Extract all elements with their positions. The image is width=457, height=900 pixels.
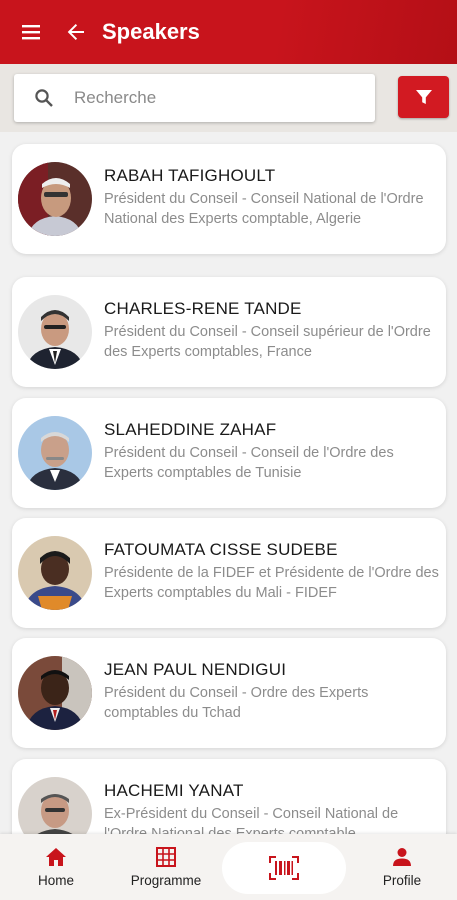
search-bar (0, 64, 457, 132)
nav-home[interactable]: Home (20, 834, 92, 900)
home-icon (46, 847, 66, 866)
search-field[interactable] (14, 74, 375, 122)
search-input[interactable] (74, 88, 354, 108)
bottom-navigation: Home Programme Profile (0, 834, 457, 900)
speaker-role: Ex-Président du Conseil - Conseil Nation… (104, 806, 399, 834)
speaker-card[interactable]: SLAHEDDINE ZAHAF Président du Conseil - … (12, 398, 446, 508)
hamburger-menu-icon (22, 25, 40, 40)
barcode-scan-icon (269, 856, 299, 880)
avatar (18, 777, 92, 834)
speaker-name: JEAN PAUL NENDIGUI (104, 660, 287, 679)
nav-home-label: Home (37, 872, 74, 888)
person-icon (393, 847, 411, 866)
speaker-name: RABAH TAFIGHOULT (104, 166, 276, 185)
page-title: Speakers (102, 19, 200, 44)
scan-button[interactable] (222, 842, 346, 894)
nav-profile-label: Profile (382, 872, 422, 888)
app-bar: Speakers (0, 0, 457, 64)
speaker-card[interactable]: RABAH TAFIGHOULT Président du Conseil - … (12, 144, 446, 254)
menu-button[interactable] (0, 0, 64, 64)
filter-funnel-icon (415, 90, 432, 104)
speaker-role: Président du Conseil - Conseil supérieur… (104, 324, 431, 360)
speaker-name: CHARLES-RENE TANDE (104, 299, 302, 318)
speaker-card[interactable]: JEAN PAUL NENDIGUI Président du Conseil … (12, 638, 446, 748)
speaker-card[interactable]: CHARLES-RENE TANDE Président du Conseil … (12, 277, 446, 387)
speaker-role: Président du Conseil - Conseil National … (104, 191, 424, 227)
avatar (18, 295, 92, 369)
speaker-name: FATOUMATA CISSE SUDEBE (104, 540, 338, 559)
avatar (18, 536, 92, 610)
speaker-name: HACHEMI YANAT (104, 781, 244, 800)
avatar (18, 162, 92, 236)
nav-profile[interactable]: Profile (366, 834, 438, 900)
calendar-grid-icon (156, 846, 176, 867)
filter-button[interactable] (398, 76, 449, 118)
back-button[interactable] (56, 0, 96, 64)
search-icon (14, 74, 74, 122)
speaker-card[interactable]: FATOUMATA CISSE SUDEBE Présidente de la … (12, 518, 446, 628)
speaker-name: SLAHEDDINE ZAHAF (104, 420, 277, 439)
speaker-card[interactable]: HACHEMI YANAT Ex-Président du Conseil - … (12, 759, 446, 834)
avatar (18, 656, 92, 730)
speaker-role: Présidente de la FIDEF et Présidente de … (104, 565, 439, 601)
avatar (18, 416, 92, 490)
speaker-role: Président du Conseil - Ordre des Experts… (104, 685, 369, 721)
arrow-left-icon (67, 24, 84, 40)
speaker-list: RABAH TAFIGHOULT Président du Conseil - … (0, 132, 457, 834)
nav-programme[interactable]: Programme (118, 834, 214, 900)
speaker-role: Président du Conseil - Conseil de l'Ordr… (104, 445, 394, 481)
nav-programme-label: Programme (130, 872, 202, 888)
